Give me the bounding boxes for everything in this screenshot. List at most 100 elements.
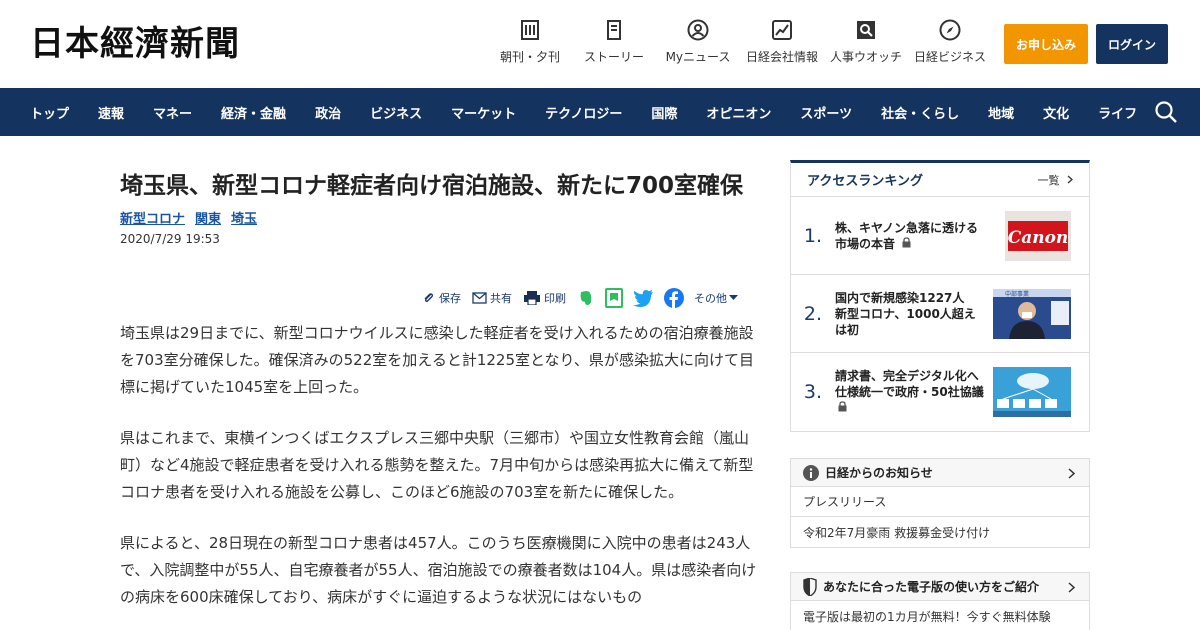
header-nav-mynews[interactable]: Myニュース [658, 18, 738, 65]
notice-link[interactable]: プレスリリース [791, 487, 1089, 517]
notice-header[interactable]: 日経からのお知らせ [791, 459, 1089, 487]
save-button[interactable]: 保存 [422, 290, 461, 306]
ranking-headline: 株、キヤノン急落に透ける市場の本音 [835, 220, 985, 252]
guide-link[interactable]: 電子版は最初の1カ月が無料！今すぐ無料体験 [791, 601, 1089, 630]
site-header: 日本經濟新聞 朝刊・夕刊 ストーリー Myニュース 日経会社情報 人事ウオッチ … [0, 0, 1200, 88]
notice-title: 日経からのお知らせ [825, 466, 933, 480]
ranking-number: 3. [803, 381, 823, 403]
clip-icon [424, 293, 434, 303]
print-button[interactable]: 印刷 [523, 290, 566, 306]
lock-icon [838, 401, 847, 412]
article-body: 埼玉県は29日までに、新型コロナウイルスに感染した軽症者を受け入れるための宿泊療… [120, 320, 760, 630]
article-tags: 新型コロナ 関東 埼玉 [120, 208, 760, 227]
share-label: 共有 [490, 292, 512, 305]
save-label: 保存 [439, 292, 461, 305]
ranking-thumbnail: Canon [993, 211, 1071, 261]
evernote-icon[interactable] [577, 289, 595, 307]
mail-icon [472, 292, 487, 304]
article: 埼玉県、新型コロナ軽症者向け宿泊施設、新たに700室確保 新型コロナ 関東 埼玉… [120, 170, 760, 606]
ranking-headline: 国内で新規感染1227人 新型コロナ、1000人超えは初 [835, 290, 977, 337]
guide-title: あなたに合った電子版の使い方をご紹介 [823, 580, 1040, 594]
header-nav-label: 人事ウオッチ [829, 50, 902, 64]
search-person-icon [854, 18, 878, 42]
global-nav: トップ 速報 マネー 経済・金融 政治 ビジネス マーケット テクノロジー 国際… [0, 88, 1200, 136]
nav-item-technology[interactable]: テクノロジー [545, 103, 622, 122]
caret-down-icon [729, 295, 738, 300]
print-label: 印刷 [544, 292, 566, 305]
thumb-text: 中部事業 [1005, 290, 1029, 298]
article-paragraph: 県によると、28日現在の新型コロナ患者は457人。このうち医療機関に入院中の患者… [120, 534, 757, 606]
other-label: その他 [694, 292, 727, 305]
other-share-dropdown[interactable]: その他 [694, 290, 738, 306]
chart-icon [770, 18, 794, 42]
ranking-more-label: 一覧 [1037, 173, 1060, 187]
ranking-number: 2. [803, 302, 823, 325]
bookmark-icon[interactable] [605, 288, 623, 308]
ranking-thumbnail: 中部事業 [993, 289, 1071, 339]
nav-item-opinion[interactable]: オピニオン [706, 103, 771, 122]
facebook-icon[interactable] [664, 288, 684, 308]
ranking-more-link[interactable]: 一覧 [1038, 172, 1074, 188]
header-nav-label: 日経ビジネス [913, 50, 986, 64]
nav-item-life[interactable]: ライフ [1098, 103, 1137, 122]
tag-link[interactable]: 新型コロナ [120, 208, 185, 227]
compass-icon [938, 18, 962, 42]
thumb-text: Canon [1008, 228, 1069, 248]
nav-item-economy[interactable]: 経済・金融 [221, 103, 286, 122]
ranking-title: アクセスランキング [807, 174, 923, 189]
guide-header[interactable]: あなたに合った電子版の使い方をご紹介 [791, 573, 1089, 601]
login-button[interactable]: ログイン [1096, 24, 1168, 64]
nav-item-business[interactable]: ビジネス [370, 103, 422, 122]
guide-box: あなたに合った電子版の使い方をご紹介 電子版は最初の1カ月が無料！今すぐ無料体験 [790, 572, 1090, 630]
nav-item-market[interactable]: マーケット [451, 103, 516, 122]
share-bar: 保存 共有 印刷 その他 [422, 288, 749, 308]
nav-item-sports[interactable]: スポーツ [800, 103, 852, 122]
chevron-right-icon [1068, 582, 1075, 593]
nav-item-politics[interactable]: 政治 [315, 103, 341, 122]
chevron-right-icon [1067, 175, 1073, 183]
nav-item-region[interactable]: 地域 [988, 103, 1014, 122]
printer-icon [524, 291, 540, 305]
header-nav-label: Myニュース [665, 50, 731, 64]
notice-link[interactable]: 令和2年7月豪雨 救援募金受け付け [791, 517, 1089, 547]
header-nav-label: ストーリー [583, 50, 644, 64]
site-logo[interactable]: 日本經濟新聞 [30, 22, 240, 66]
ranking-headline: 請求書、完全デジタル化へ 仕様統一で政府・50社協議 [835, 368, 991, 416]
nav-item-culture[interactable]: 文化 [1043, 103, 1069, 122]
search-icon[interactable] [1154, 100, 1178, 124]
header-nav-label: 朝刊・夕刊 [499, 50, 560, 64]
header-nav-label: 日経会社情報 [745, 50, 818, 64]
article-paragraph: 県はこれまで、東横インつくばエクスプレス三郷中央駅（三郷市）や国立女性教育会館（… [120, 429, 754, 501]
header-nav-paper[interactable]: 朝刊・夕刊 [490, 18, 570, 65]
ranking-number: 1. [803, 224, 823, 247]
ranking-header: アクセスランキング 一覧 [791, 163, 1089, 197]
nav-item-breaking[interactable]: 速報 [98, 103, 124, 122]
header-nav-jinji[interactable]: 人事ウオッチ [826, 18, 906, 65]
nav-item-world[interactable]: 国際 [651, 103, 677, 122]
twitter-icon[interactable] [633, 289, 654, 307]
tag-link[interactable]: 埼玉 [231, 208, 257, 227]
article-date: 2020/7/29 19:53 [120, 232, 220, 246]
header-nav-company[interactable]: 日経会社情報 [742, 18, 822, 65]
tag-link[interactable]: 関東 [195, 208, 221, 227]
header-nav-business[interactable]: 日経ビジネス [910, 18, 990, 65]
chevron-right-icon [1068, 468, 1075, 479]
ranking-item[interactable]: 2. 国内で新規感染1227人 新型コロナ、1000人超えは初 中部事業 [791, 275, 1089, 353]
article-title: 埼玉県、新型コロナ軽症者向け宿泊施設、新たに700室確保 [120, 173, 744, 199]
access-ranking: アクセスランキング 一覧 1. 株、キヤノン急落に透ける市場の本音 Canon … [790, 160, 1090, 432]
ranking-item[interactable]: 3. 請求書、完全デジタル化へ 仕様統一で政府・50社協議 [791, 353, 1089, 431]
ranking-item[interactable]: 1. 株、キヤノン急落に透ける市場の本音 Canon [791, 197, 1089, 275]
info-icon [803, 464, 819, 481]
subscribe-button[interactable]: お申し込み [1004, 24, 1088, 64]
header-nav-story[interactable]: ストーリー [574, 18, 654, 65]
header-nav: 朝刊・夕刊 ストーリー Myニュース 日経会社情報 人事ウオッチ 日経ビジネス [490, 18, 994, 65]
nav-item-money[interactable]: マネー [153, 103, 192, 122]
nav-item-society[interactable]: 社会・くらし [881, 103, 959, 122]
article-paragraph: 埼玉県は29日までに、新型コロナウイルスに感染した軽症者を受け入れるための宿泊療… [120, 324, 754, 396]
shield-icon [803, 577, 817, 596]
share-button[interactable]: 共有 [472, 290, 512, 306]
notice-box: 日経からのお知らせ プレスリリース 令和2年7月豪雨 救援募金受け付け [790, 458, 1090, 548]
nav-item-top[interactable]: トップ [30, 103, 69, 122]
ranking-headline-text: 請求書、完全デジタル化へ 仕様統一で政府・50社協議 [835, 369, 991, 399]
user-icon [686, 18, 710, 42]
